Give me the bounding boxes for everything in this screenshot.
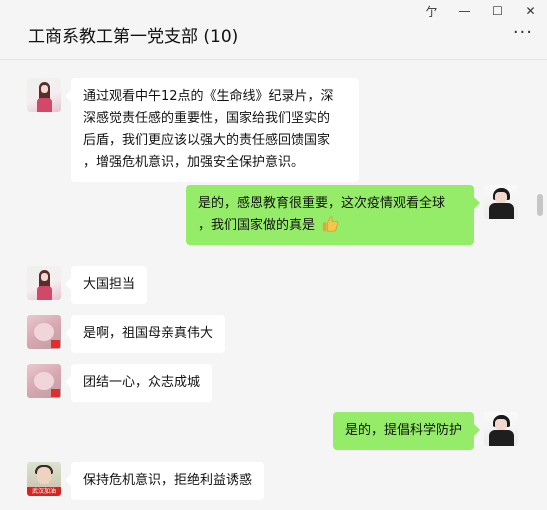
more-options-icon[interactable]: ··· [513, 24, 533, 42]
avatar-self[interactable] [484, 412, 518, 446]
message-text: ，增强危机意识，加强安全保护意识。 [83, 155, 305, 170]
pin-icon[interactable]: 亇 [415, 0, 448, 22]
message-text: 是的，感恩教育很重要，这次疫情观看全球 [198, 196, 446, 211]
message-text: 是啊，祖国母亲真伟大 [83, 326, 214, 341]
scrollbar-thumb[interactable] [537, 194, 543, 216]
message-text: 是的，提倡科学防护 [344, 423, 462, 438]
chat-header: 工商系教工第一党支部 (10) 亇 — ☐ ✕ ··· [0, 0, 547, 60]
avatar-sender-2[interactable] [27, 364, 61, 398]
avatar-sender-2[interactable] [27, 315, 61, 349]
message-text: 深感觉责任感的重要性，国家给我们坚实的 [83, 111, 331, 126]
thumbs-up-icon [322, 216, 339, 232]
window-controls: 亇 — ☐ ✕ [415, 0, 547, 22]
avatar-sender-3[interactable]: 武汉加油 [27, 462, 61, 496]
chat-title[interactable]: 工商系教工第一党支部 (10) [28, 22, 238, 47]
message-bubble[interactable]: 通过观看中午12点的《生命线》纪录片，深 深感觉责任感的重要性，国家给我们坚实的… [65, 78, 359, 182]
close-icon[interactable]: ✕ [514, 0, 547, 22]
avatar-sender-1[interactable] [27, 78, 61, 112]
avatar-self[interactable] [484, 185, 518, 219]
message-bubble[interactable]: 是啊，祖国母亲真伟大 [64, 315, 226, 353]
avatar-sender-1[interactable] [27, 266, 61, 300]
message-list[interactable]: 通过观看中午12点的《生命线》纪录片，深 深感觉责任感的重要性，国家给我们坚实的… [0, 61, 547, 510]
message-text: 通过观看中午12点的《生命线》纪录片，深 [83, 89, 334, 104]
message-bubble-self[interactable]: 是的，感恩教育很重要，这次疫情观看全球 ，我们国家做的真是 [186, 185, 480, 245]
message-text: ，我们国家做的真是 [198, 218, 316, 233]
message-bubble-self[interactable]: 是的，提倡科学防护 [332, 412, 481, 450]
message-bubble[interactable]: 大国担当 [64, 266, 148, 304]
message-text: 保持危机意识，拒绝利益诱惑 [83, 473, 253, 488]
avatar-badge-text: 武汉加油 [27, 487, 61, 496]
message-text: 团结一心，众志成城 [83, 375, 201, 390]
message-text: 大国担当 [83, 277, 136, 292]
message-text: 后盾，我们更应该以强大的责任感回馈国家 [83, 133, 331, 148]
maximize-icon[interactable]: ☐ [481, 0, 514, 22]
message-bubble[interactable]: 团结一心，众志成城 [64, 364, 213, 402]
minimize-icon[interactable]: — [448, 0, 481, 22]
message-bubble[interactable]: 保持危机意识，拒绝利益诱惑 [64, 462, 265, 500]
